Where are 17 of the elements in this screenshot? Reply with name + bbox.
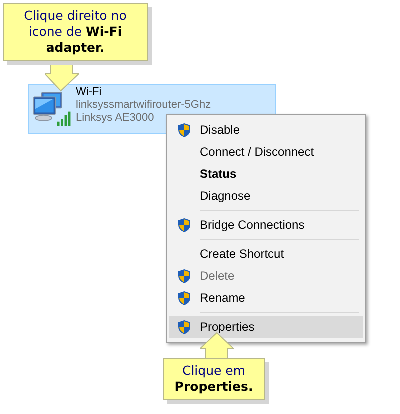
shield-icon [178, 122, 191, 138]
menu-item[interactable]: Connect / Disconnect [169, 141, 363, 163]
adapter-name: Wi-Fi [76, 86, 102, 99]
shield-icon [178, 320, 191, 334]
callout-text: Clique em Properties. [174, 363, 254, 394]
shield-icon [178, 218, 191, 232]
menu-item[interactable]: Rename [169, 287, 363, 309]
network-name: linksyssmartwifirouter-5Ghz [76, 99, 212, 112]
menu-item[interactable]: Properties [169, 316, 363, 338]
shield-icon [178, 290, 191, 306]
device-name: Linksys AE3000 [76, 112, 154, 125]
menu-item[interactable]: Create Shortcut [169, 243, 363, 265]
shield-icon [178, 268, 191, 284]
callout-text: Clique direito no icone de Wi-Fi adapter. [24, 8, 127, 55]
menu-item[interactable]: Status [169, 163, 363, 185]
menu-item[interactable]: Diagnose [169, 185, 363, 207]
menu-item[interactable]: Bridge Connections [169, 214, 363, 236]
